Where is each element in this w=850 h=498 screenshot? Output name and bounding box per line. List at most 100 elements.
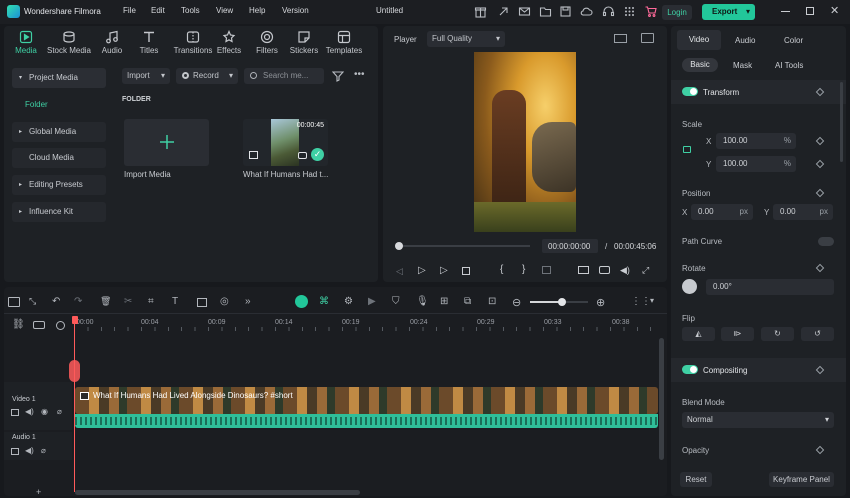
- sidebar-item-global-media[interactable]: ▸ Global Media: [12, 122, 106, 142]
- flip-vertical-button[interactable]: ⧐: [721, 327, 754, 341]
- folder-icon[interactable]: [539, 5, 552, 18]
- more-icon[interactable]: •••: [354, 69, 365, 80]
- tab-video[interactable]: Video: [677, 30, 721, 50]
- rotate-ccw-button[interactable]: ↺: [801, 327, 834, 341]
- stop-icon[interactable]: [462, 267, 470, 275]
- close-icon[interactable]: ✕: [830, 4, 839, 17]
- menu-help[interactable]: Help: [249, 6, 265, 15]
- mail-icon[interactable]: [518, 5, 531, 18]
- search-input[interactable]: Search me...: [244, 68, 324, 84]
- folder-track-icon[interactable]: [11, 448, 19, 455]
- export-button[interactable]: Export ▾: [702, 4, 755, 20]
- mark-out-icon[interactable]: }: [522, 264, 525, 275]
- sidebar-item-cloud-media[interactable]: Cloud Media: [12, 148, 106, 168]
- toolbar-stickers[interactable]: Stickers: [285, 30, 323, 55]
- magnet-track-icon[interactable]: [33, 321, 45, 329]
- tab-color[interactable]: Color: [784, 36, 803, 45]
- headset-icon[interactable]: [602, 5, 615, 18]
- subtab-basic[interactable]: Basic: [682, 58, 718, 72]
- detach-icon[interactable]: ⧉: [464, 296, 476, 308]
- zoom-slider-knob[interactable]: [557, 298, 566, 306]
- transform-toggle[interactable]: [682, 87, 698, 96]
- tab-audio[interactable]: Audio: [735, 36, 755, 45]
- toolbar-audio[interactable]: Audio: [93, 30, 131, 55]
- add-track-icon[interactable]: ⊞: [440, 296, 452, 308]
- cart-icon[interactable]: [644, 5, 657, 18]
- toolbar-filters[interactable]: Filters: [248, 30, 286, 55]
- import-media-tile[interactable]: [124, 119, 209, 166]
- mark-in-icon[interactable]: {: [500, 264, 503, 275]
- lock-track-icon[interactable]: ⌀: [57, 407, 62, 416]
- media-clip-thumbnail[interactable]: 00:00:45 ✓: [243, 119, 328, 166]
- rotate-dial[interactable]: [682, 279, 697, 294]
- undo-icon[interactable]: ↶: [52, 296, 64, 308]
- speaker-icon[interactable]: ◀): [25, 446, 34, 455]
- toolbar-templates[interactable]: Templates: [322, 30, 366, 55]
- microphone-icon[interactable]: 🎙: [416, 296, 429, 308]
- link-track-icon[interactable]: ⛓: [12, 319, 25, 330]
- sidebar-item-editing-presets[interactable]: ▸ Editing Presets: [12, 175, 106, 195]
- lock-icon[interactable]: [683, 146, 691, 153]
- step-forward-icon[interactable]: ▷: [418, 265, 426, 276]
- rotate-keyframe-icon[interactable]: [815, 263, 825, 273]
- ai-mate-icon[interactable]: [295, 295, 308, 308]
- speaker-icon[interactable]: ◀): [25, 407, 34, 416]
- toolbar-titles[interactable]: Titles: [130, 30, 168, 55]
- redo-icon[interactable]: ↷: [74, 296, 86, 308]
- add-track-plus-icon[interactable]: +: [36, 487, 41, 497]
- menu-edit[interactable]: Edit: [151, 6, 165, 15]
- menu-version[interactable]: Version: [282, 6, 309, 15]
- marker-icon[interactable]: ⛉: [392, 296, 404, 308]
- scale-y-field[interactable]: 100.00 %: [716, 156, 796, 172]
- insert-icon[interactable]: [542, 266, 551, 274]
- play-icon[interactable]: ▷: [440, 265, 448, 276]
- sidebar-item-influence-kit[interactable]: ▸ Influence Kit: [12, 202, 106, 222]
- zoom-slider[interactable]: [530, 298, 588, 306]
- keyframe-panel-button[interactable]: Keyframe Panel: [769, 472, 834, 487]
- snap-icon[interactable]: ⌘: [319, 296, 331, 308]
- select-arrow-icon[interactable]: ⤡: [29, 296, 41, 308]
- track-settings-icon[interactable]: [56, 321, 65, 330]
- compositing-toggle[interactable]: [682, 365, 698, 374]
- position-x-field[interactable]: 0.00 px: [691, 204, 753, 220]
- cloud-icon[interactable]: [580, 5, 593, 18]
- layout-icon[interactable]: [8, 297, 20, 307]
- split-icon[interactable]: ✂: [124, 296, 136, 308]
- save-icon[interactable]: [559, 5, 572, 18]
- menu-file[interactable]: File: [123, 6, 136, 15]
- video-clip[interactable]: What If Humans Had Lived Alongside Dinos…: [75, 387, 658, 414]
- maximize-icon[interactable]: [806, 7, 814, 15]
- position-y-field[interactable]: 0.00 px: [773, 204, 833, 220]
- timeline-vertical-scrollbar[interactable]: [659, 338, 664, 460]
- opacity-keyframe-icon[interactable]: [815, 445, 825, 455]
- ripple-icon[interactable]: ⚙: [344, 296, 356, 308]
- crop-icon[interactable]: ⌗: [148, 296, 160, 308]
- playback-scrubber-knob[interactable]: [395, 242, 403, 250]
- properties-scrollbar[interactable]: [840, 82, 843, 162]
- view-options-icon[interactable]: ⋮⋮: [631, 296, 651, 308]
- blend-mode-dropdown[interactable]: Normal ▾: [682, 412, 834, 428]
- text-icon[interactable]: T: [172, 296, 184, 308]
- zoom-in-icon[interactable]: ⊕: [596, 296, 608, 309]
- subtab-ai-tools[interactable]: AI Tools: [775, 61, 803, 70]
- menu-tools[interactable]: Tools: [181, 6, 200, 15]
- menu-view[interactable]: View: [216, 6, 233, 15]
- sidebar-item-project-media[interactable]: ▾ Project Media: [12, 68, 106, 88]
- keyframe-icon[interactable]: ⊡: [488, 296, 500, 308]
- subtab-mask[interactable]: Mask: [733, 61, 752, 70]
- share-icon[interactable]: [497, 5, 510, 18]
- delete-icon[interactable]: 🗑: [100, 296, 112, 308]
- render-icon[interactable]: ▶: [368, 296, 380, 308]
- grid-icon[interactable]: [623, 5, 636, 18]
- toolbar-stock-media[interactable]: Stock Media: [46, 30, 92, 55]
- playhead-handle[interactable]: [72, 316, 78, 324]
- position-keyframe-icon[interactable]: [815, 188, 825, 198]
- speed-icon[interactable]: ◎: [220, 296, 232, 308]
- zoom-out-icon[interactable]: ⊖: [512, 296, 524, 309]
- import-dropdown[interactable]: Import ▾: [122, 68, 170, 84]
- timeline-horizontal-scrollbar[interactable]: [75, 490, 360, 495]
- lock-track-icon[interactable]: ⌀: [41, 446, 46, 455]
- previous-frame-icon[interactable]: ◁: [396, 266, 403, 277]
- more-tools-icon[interactable]: »: [245, 296, 257, 308]
- scale-x-keyframe-icon[interactable]: [815, 136, 825, 146]
